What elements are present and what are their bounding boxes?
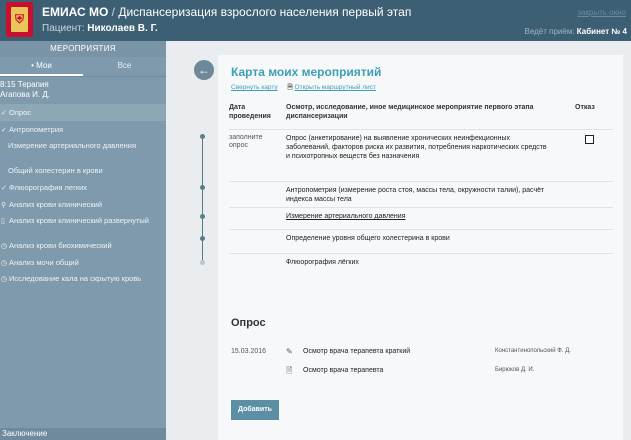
patient-name: Николаев В. Г.	[87, 23, 158, 34]
room-info: Ведёт приём: Кабинет № 4	[525, 27, 627, 36]
row-event: Опрос (анкетирование) на выявление хрони…	[286, 135, 547, 160]
sidebar-item-anthropometry[interactable]: ✓ Антропометрия	[0, 121, 166, 138]
add-button[interactable]: Добавить	[231, 400, 279, 420]
sidebar-heading: МЕРОПРИЯТИЯ	[0, 41, 166, 57]
sidebar-item-survey[interactable]: ✓ Опрос	[0, 104, 166, 121]
survey-title: Опрос	[231, 317, 266, 329]
clock-icon: ◷	[1, 276, 8, 283]
sidebar-item-label: Антропометрия	[9, 125, 64, 134]
timeline-dot	[200, 260, 205, 265]
sidebar-item-label: Анализ крови клинический развернутый	[9, 216, 149, 225]
visit-info: 8:15 Терапия Агапова И. Д.	[0, 77, 166, 104]
sidebar-item-blood-clinical-extended[interactable]: ▯ Анализ крови клинический развернутый	[0, 213, 166, 237]
sidebar-item-label: Опрос	[9, 108, 31, 117]
tab-mine[interactable]: • Мои	[0, 57, 83, 76]
app-title: ЕМИАС МО / Диспансеризация взрослого нас…	[42, 5, 411, 19]
refusal-checkbox[interactable]	[585, 135, 594, 144]
sidebar-item-label: Исследование кала на скрытую кровь	[9, 274, 142, 283]
sidebar-item-label: Измерение артериального давления	[8, 141, 137, 150]
card-links: Свернуть карту 🗎 Открыть маршрутный лист	[231, 83, 376, 94]
sidebar: МЕРОПРИЯТИЯ • Мои Все 8:15 Терапия Агапо…	[0, 41, 166, 440]
sidebar-item-urine[interactable]: ◷ Анализ мочи общий	[0, 254, 166, 271]
pencil-icon[interactable]: ✎	[286, 342, 293, 361]
clock-icon: ◷	[1, 260, 8, 267]
list-item[interactable]: 15.03.2016 ✎ Осмотр врача терапевта крат…	[231, 342, 606, 361]
sidebar-item-label: Общий холестерин в крови	[8, 166, 103, 175]
column-event: Осмотр, исследование, иное медицинское м…	[286, 104, 534, 120]
events-card: Карта моих мероприятий Свернуть карту 🗎 …	[200, 55, 623, 440]
tab-all[interactable]: Все	[83, 57, 166, 76]
back-button[interactable]: ←	[194, 60, 214, 80]
sidebar-item-label: Анализ крови биохимический	[9, 241, 112, 250]
document-icon: 🗎	[287, 84, 293, 91]
sidebar-tabs: • Мои Все	[0, 57, 166, 77]
survey-visit-list: 15.03.2016 ✎ Осмотр врача терапевта крат…	[231, 342, 606, 380]
search-icon: ⚲	[1, 202, 7, 209]
sidebar-item-stool-occult-blood[interactable]: ◷ Исследование кала на скрытую кровь	[0, 271, 166, 295]
column-refusal: Отказ	[575, 104, 595, 111]
document-icon[interactable]: 🗎	[286, 361, 292, 380]
room-label: Ведёт приём:	[524, 27, 577, 36]
table-row: заполните опрос Опрос (анкетирование) на…	[229, 129, 613, 181]
visit-doctor: Бирюков Д. И.	[495, 367, 535, 373]
row-date: заполните опрос	[229, 134, 263, 149]
row-event: Антропометрия (измерение роста стоя, мас…	[286, 187, 545, 203]
collapse-map-link[interactable]: Свернуть карту	[231, 84, 278, 91]
visit-name: Осмотр врача терапевта краткий	[303, 348, 411, 355]
timeline-line	[202, 136, 203, 263]
sidebar-item-blood-clinical[interactable]: ⚲ Анализ крови клинический	[0, 196, 166, 213]
clock-icon: ◷	[1, 243, 8, 250]
sidebar-item-label: Анализ крови клинический	[9, 200, 103, 209]
list-item[interactable]: 🗎 Осмотр врача терапевта Бирюков Д. И.	[231, 361, 606, 380]
table-row: Антропометрия (измерение роста стоя, мас…	[229, 181, 613, 207]
visit-doctor: Агапова И. Д.	[0, 90, 50, 99]
title-separator: /	[108, 5, 119, 19]
table-row: Флюорография лёгких	[229, 253, 613, 275]
table-row: Определение уровня общего холестерина в …	[229, 229, 613, 253]
sidebar-item-blood-biochem[interactable]: ◷ Анализ крови биохимический	[0, 237, 166, 254]
patient-label: Пациент:	[42, 23, 88, 34]
timeline-dot	[200, 134, 205, 139]
close-window-link[interactable]: закрыть окно	[577, 8, 626, 17]
table-row: Измерение артериального давления	[229, 207, 613, 229]
sidebar-item-blood-pressure[interactable]: Измерение артериального давления	[0, 138, 166, 162]
timeline-dot	[200, 185, 205, 190]
timeline-dot	[200, 214, 205, 219]
card-title: Карта моих мероприятий	[231, 65, 382, 79]
sidebar-item-conclusion[interactable]: Заключение	[0, 428, 166, 440]
row-event: Определение уровня общего холестерина в …	[286, 235, 450, 242]
timeline-dot	[200, 236, 205, 241]
column-date: Дата проведения	[229, 104, 271, 120]
visit-time: 8:15 Терапия	[0, 80, 49, 89]
visit-date: 15.03.2016	[231, 348, 267, 355]
row-event: Флюорография лёгких	[286, 259, 359, 266]
sidebar-item-fluorography[interactable]: ✓ Флюорография легких	[0, 179, 166, 196]
section-name: Диспансеризация взрослого населения перв…	[118, 5, 412, 19]
sidebar-item-cholesterol[interactable]: Общий холестерин в крови	[0, 162, 166, 179]
patient-info: Пациент: Николаев В. Г.	[42, 23, 158, 34]
sidebar-item-label: Анализ мочи общий	[9, 258, 79, 267]
table-header: Дата проведения Осмотр, исследование, ин…	[229, 101, 613, 127]
tube-icon: ▯	[1, 218, 5, 225]
visit-doctor: Константинопольский Ф. Д.	[495, 348, 571, 354]
visit-name: Осмотр врача терапевта	[303, 367, 384, 374]
check-icon: ✓	[1, 127, 7, 134]
row-event-link[interactable]: Измерение артериального давления	[286, 212, 551, 221]
check-icon: ✓	[1, 185, 7, 192]
app-header: ⛨ ЕМИАС МО / Диспансеризация взрослого н…	[0, 0, 631, 41]
route-sheet-link[interactable]: Открыть маршрутный лист	[295, 84, 376, 91]
app-name: ЕМИАС МО	[42, 5, 109, 19]
emblem-logo: ⛨	[6, 2, 33, 37]
arrow-left-icon: ←	[198, 63, 210, 77]
check-icon: ✓	[1, 110, 7, 117]
sidebar-item-label: Флюорография легких	[9, 183, 88, 192]
room-value: Кабинет № 4	[576, 27, 627, 36]
